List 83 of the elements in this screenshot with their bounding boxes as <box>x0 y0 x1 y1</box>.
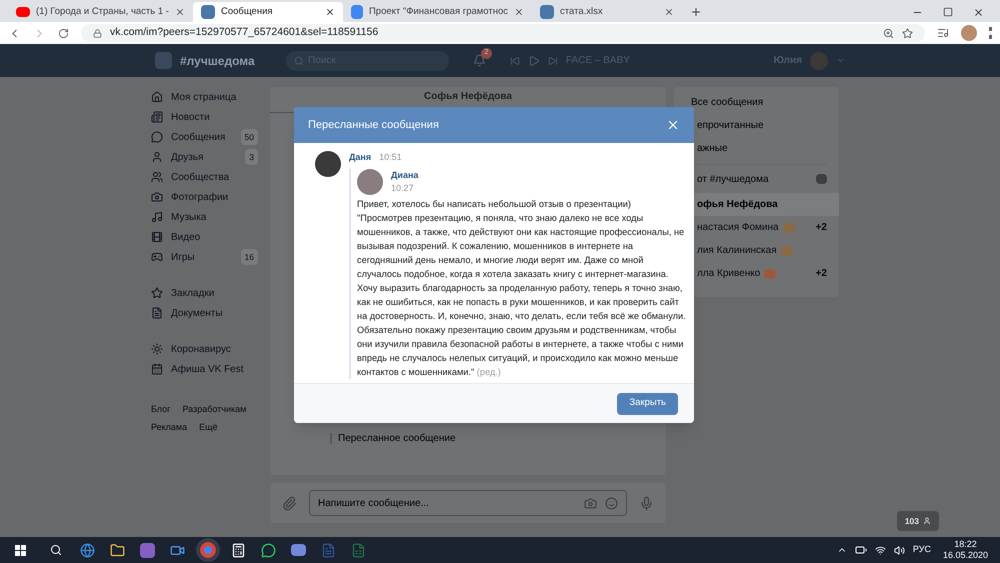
count-badge: 50 <box>240 128 258 146</box>
community-filter[interactable]: от #лучшедома <box>674 165 839 193</box>
browser-tab[interactable]: Проект "Финансовая грамотнос <box>342 2 532 22</box>
wifi-icon[interactable] <box>874 544 886 556</box>
messenger-icon[interactable] <box>261 542 276 558</box>
filter-item[interactable]: Все сообщения <box>674 91 839 114</box>
sidebar-item-icon <box>151 191 163 203</box>
search-icon[interactable] <box>50 544 62 556</box>
input-language[interactable]: РУС <box>912 543 931 557</box>
sidebar-item-icon <box>151 343 163 355</box>
media-control-icon[interactable] <box>937 27 949 39</box>
message-time: 10:51 <box>379 151 402 164</box>
spreadsheet-icon[interactable] <box>351 542 366 558</box>
sidebar-item-icon <box>151 111 163 123</box>
footer-link[interactable]: Разработчикам <box>182 403 246 416</box>
sidebar-item-icon <box>151 211 163 223</box>
unread-count: +2 <box>816 267 827 281</box>
sidebar-item-icon <box>151 363 163 375</box>
close-icon[interactable] <box>664 7 674 17</box>
calculator-icon[interactable] <box>231 542 246 558</box>
bookmark-star-icon[interactable] <box>902 28 913 38</box>
close-icon[interactable] <box>973 7 984 18</box>
folder-icon[interactable] <box>110 542 125 558</box>
sidebar-item[interactable]: Сообщения 50 <box>147 127 262 147</box>
battery-icon[interactable] <box>854 544 867 556</box>
unread-count: +2 <box>816 221 827 235</box>
reload-icon[interactable] <box>58 28 69 38</box>
sidebar-item-icon <box>151 91 163 103</box>
count-badge: 3 <box>245 148 258 166</box>
zoom-icon[interactable] <box>883 28 894 38</box>
profile-avatar[interactable] <box>961 25 977 41</box>
site-title: #лучшедома <box>180 52 256 70</box>
close-icon[interactable] <box>514 7 524 17</box>
next-track-icon[interactable] <box>548 56 558 66</box>
sidebar-item-icon <box>151 287 163 299</box>
sidebar-item[interactable]: Друзья 3 <box>147 147 262 167</box>
browser-icon[interactable] <box>80 542 95 558</box>
sidebar-item[interactable]: Афиша VK Fest <box>147 359 262 379</box>
sidebar-item[interactable]: Фотографии <box>147 187 262 207</box>
browser-tab[interactable]: (1) Города и Страны, часть 1 - <box>8 2 193 22</box>
sidebar-item[interactable]: Сообщества <box>147 167 262 187</box>
count-badge: 16 <box>240 248 258 266</box>
dialog-title: Пересланные сообщения <box>308 118 440 133</box>
message-time: 10:27 <box>391 182 415 194</box>
online-count-badge: 103 <box>896 511 939 531</box>
sidebar-item-icon <box>151 251 163 263</box>
close-icon[interactable] <box>324 7 335 17</box>
sender-name[interactable]: Даня <box>349 151 372 164</box>
footer-link[interactable]: Реклама <box>151 420 188 434</box>
person-icon <box>923 517 931 525</box>
sidebar-item[interactable]: Документы <box>147 303 262 323</box>
footer-link[interactable]: Блог <box>151 403 170 416</box>
sidebar-item[interactable]: Видео <box>147 227 262 247</box>
sidebar-item-icon <box>151 307 163 319</box>
forwarded-message-label: Пересланное сообщение <box>330 433 456 444</box>
search-icon <box>294 56 304 66</box>
sidebar-item[interactable]: Закладки <box>147 283 262 303</box>
author-name[interactable]: Диана <box>391 168 418 182</box>
chat-title: Софья Нефёдова <box>424 90 512 104</box>
sidebar-item[interactable]: Коронавирус <box>147 339 262 359</box>
sidebar-item[interactable]: Игры 16 <box>147 247 262 267</box>
sender-avatar <box>315 151 341 177</box>
maximize-icon[interactable] <box>943 7 953 17</box>
browser-tab[interactable]: стата.xlsx <box>532 2 682 22</box>
browser-tab[interactable]: Сообщения <box>192 2 343 22</box>
sidebar-item-icon <box>151 171 163 183</box>
previous-track-icon[interactable] <box>510 56 520 66</box>
menu-dots-icon[interactable] <box>989 27 992 39</box>
sidebar-item[interactable]: Новости <box>147 107 262 127</box>
new-tab-icon[interactable] <box>690 6 702 18</box>
author-avatar <box>357 168 383 194</box>
sidebar-item[interactable]: Музыка <box>147 207 262 227</box>
volume-icon[interactable] <box>894 544 905 556</box>
sidebar-item-icon <box>151 131 163 143</box>
sidebar-item-icon <box>151 231 163 243</box>
clock[interactable]: 18:22 16.05.2020 <box>942 539 988 561</box>
close-icon[interactable] <box>174 7 185 17</box>
close-button[interactable]: Закрыть <box>617 392 678 414</box>
footer-link[interactable]: Ещё <box>199 420 218 434</box>
sidebar-item-icon <box>151 151 163 163</box>
address-field[interactable]: vk.com/im?peers=152970577_65724601&sel=118591156 <box>81 24 925 42</box>
lock-icon <box>93 28 102 38</box>
sidebar-item[interactable]: Моя страница <box>147 87 262 107</box>
